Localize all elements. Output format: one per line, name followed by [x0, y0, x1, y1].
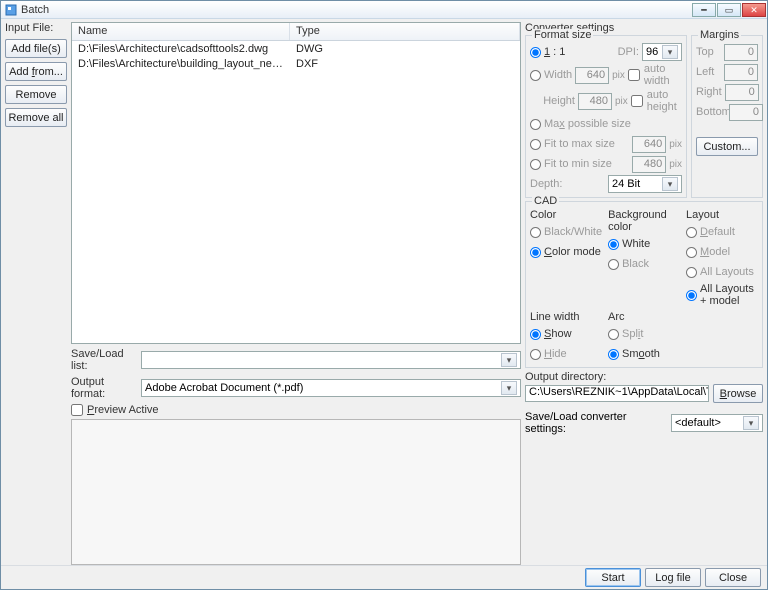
- save-load-list-row: Save/Load list:: [71, 348, 521, 372]
- margin-top-input[interactable]: [724, 44, 758, 61]
- ratio-1-1-radio[interactable]: 1 : 1: [530, 46, 565, 58]
- dpi-select[interactable]: 96: [642, 43, 682, 61]
- table-row[interactable]: D:\Files\Architecture\building_layout_ne…: [72, 56, 520, 71]
- window-title: Batch: [21, 4, 692, 16]
- height-input[interactable]: [578, 93, 612, 110]
- height-label: Height: [543, 95, 575, 107]
- margin-left-input[interactable]: [724, 64, 758, 81]
- titlebar[interactable]: Batch ━ ▭ ✕: [1, 1, 767, 19]
- linewidth-show-radio[interactable]: Show: [530, 328, 572, 340]
- width-input[interactable]: [575, 67, 609, 84]
- bg-white-radio[interactable]: White: [608, 238, 650, 250]
- footer: Start Log file Close: [1, 565, 767, 589]
- auto-height-check[interactable]: auto height: [631, 89, 682, 113]
- linewidth-hide-radio[interactable]: Hide: [530, 348, 567, 360]
- save-load-list-select[interactable]: [141, 351, 521, 369]
- col-name[interactable]: Name: [72, 23, 290, 40]
- custom-size-radio[interactable]: [530, 70, 541, 81]
- bg-black-radio[interactable]: Black: [608, 258, 649, 270]
- black-white-radio[interactable]: Black/White: [530, 226, 602, 238]
- output-dir-input[interactable]: C:\Users\REZNIK~1\AppData\Local\Temp\ABV…: [525, 385, 709, 402]
- cad-group: CAD Color Black/White Color mode Backgro…: [525, 201, 763, 368]
- layout-model-radio[interactable]: Model: [686, 246, 730, 258]
- dpi-label: DPI:: [607, 46, 639, 58]
- close-button[interactable]: ✕: [742, 3, 766, 17]
- color-mode-radio[interactable]: Color mode: [530, 246, 601, 258]
- format-size-title: Format size: [532, 29, 593, 41]
- width-label: Width: [544, 69, 572, 81]
- settings-column: Converter settings Format size 1 : 1 DPI…: [525, 22, 763, 565]
- table-header: Name Type: [72, 23, 520, 41]
- close-dialog-button[interactable]: Close: [705, 568, 761, 587]
- margin-bottom-input[interactable]: [729, 104, 763, 121]
- auto-width-check[interactable]: auto width: [628, 63, 682, 87]
- remove-button[interactable]: Remove: [5, 85, 67, 104]
- output-format-select[interactable]: Adobe Acrobat Document (*.pdf): [141, 379, 521, 397]
- output-format-row: Output format: Adobe Acrobat Document (*…: [71, 376, 521, 400]
- save-load-list-label: Save/Load list:: [71, 348, 137, 372]
- format-size-group: Format size 1 : 1 DPI: 96 Width pix: [525, 35, 687, 198]
- cad-arc-header: Arc: [608, 311, 680, 323]
- cad-title: CAD: [532, 195, 559, 207]
- input-file-label: Input File:: [5, 22, 67, 34]
- margin-right-input[interactable]: [725, 84, 759, 101]
- remove-all-button[interactable]: Remove all: [5, 108, 67, 127]
- arc-split-radio[interactable]: Split: [608, 328, 643, 340]
- cad-layout-header: Layout: [686, 209, 758, 221]
- col-type[interactable]: Type: [290, 23, 520, 40]
- layout-all-model-radio[interactable]: All Layouts + model: [686, 283, 758, 307]
- maximize-button[interactable]: ▭: [717, 3, 741, 17]
- app-icon: [5, 4, 17, 16]
- minimize-button[interactable]: ━: [692, 3, 716, 17]
- start-button[interactable]: Start: [585, 568, 641, 587]
- left-button-column: Input File: Add file(s) Add from... Remo…: [5, 22, 67, 565]
- middle-column: Name Type D:\Files\Architecture\cadsoftt…: [71, 22, 521, 565]
- depth-label: Depth:: [530, 178, 564, 190]
- margins-title: Margins: [698, 29, 741, 41]
- preview-pane: [71, 419, 521, 565]
- save-load-settings-select[interactable]: <default>: [671, 414, 763, 432]
- margins-group: Margins Top Left Right Bottom Custom...: [691, 35, 763, 198]
- content-area: Input File: Add file(s) Add from... Remo…: [1, 19, 767, 565]
- layout-default-radio[interactable]: Default: [686, 226, 735, 238]
- arc-smooth-radio[interactable]: Smooth: [608, 348, 660, 360]
- cad-color-header: Color: [530, 209, 602, 221]
- fit-max-radio[interactable]: Fit to max size: [530, 138, 615, 150]
- depth-select[interactable]: 24 Bit: [608, 175, 682, 193]
- add-from-button[interactable]: Add from...: [5, 62, 67, 81]
- batch-window: Batch ━ ▭ ✕ Input File: Add file(s) Add …: [0, 0, 768, 590]
- preview-active-checkbox[interactable]: Preview Active: [71, 404, 159, 416]
- max-possible-radio[interactable]: Max possible size: [530, 118, 631, 130]
- output-format-label: Output format:: [71, 376, 137, 400]
- custom-margins-button[interactable]: Custom...: [696, 137, 758, 156]
- table-row[interactable]: D:\Files\Architecture\cadsofttools2.dwg …: [72, 41, 520, 56]
- layout-all-radio[interactable]: All Layouts: [686, 266, 754, 278]
- cad-linewidth-header: Line width: [530, 311, 602, 323]
- fit-max-input[interactable]: [632, 136, 666, 153]
- output-dir-label: Output directory:: [525, 371, 763, 383]
- browse-button[interactable]: Browse: [713, 384, 763, 403]
- table-body: D:\Files\Architecture\cadsofttools2.dwg …: [72, 41, 520, 343]
- file-table[interactable]: Name Type D:\Files\Architecture\cadsoftt…: [71, 22, 521, 344]
- preview-active-input[interactable]: [71, 404, 83, 416]
- fit-min-input[interactable]: [632, 156, 666, 173]
- fit-min-radio[interactable]: Fit to min size: [530, 158, 612, 170]
- add-files-button[interactable]: Add file(s): [5, 39, 67, 58]
- log-file-button[interactable]: Log file: [645, 568, 701, 587]
- preview-active-row: Preview Active: [71, 404, 521, 416]
- cad-bg-header: Background color: [608, 209, 680, 233]
- save-load-settings-label: Save/Load converter settings:: [525, 411, 667, 435]
